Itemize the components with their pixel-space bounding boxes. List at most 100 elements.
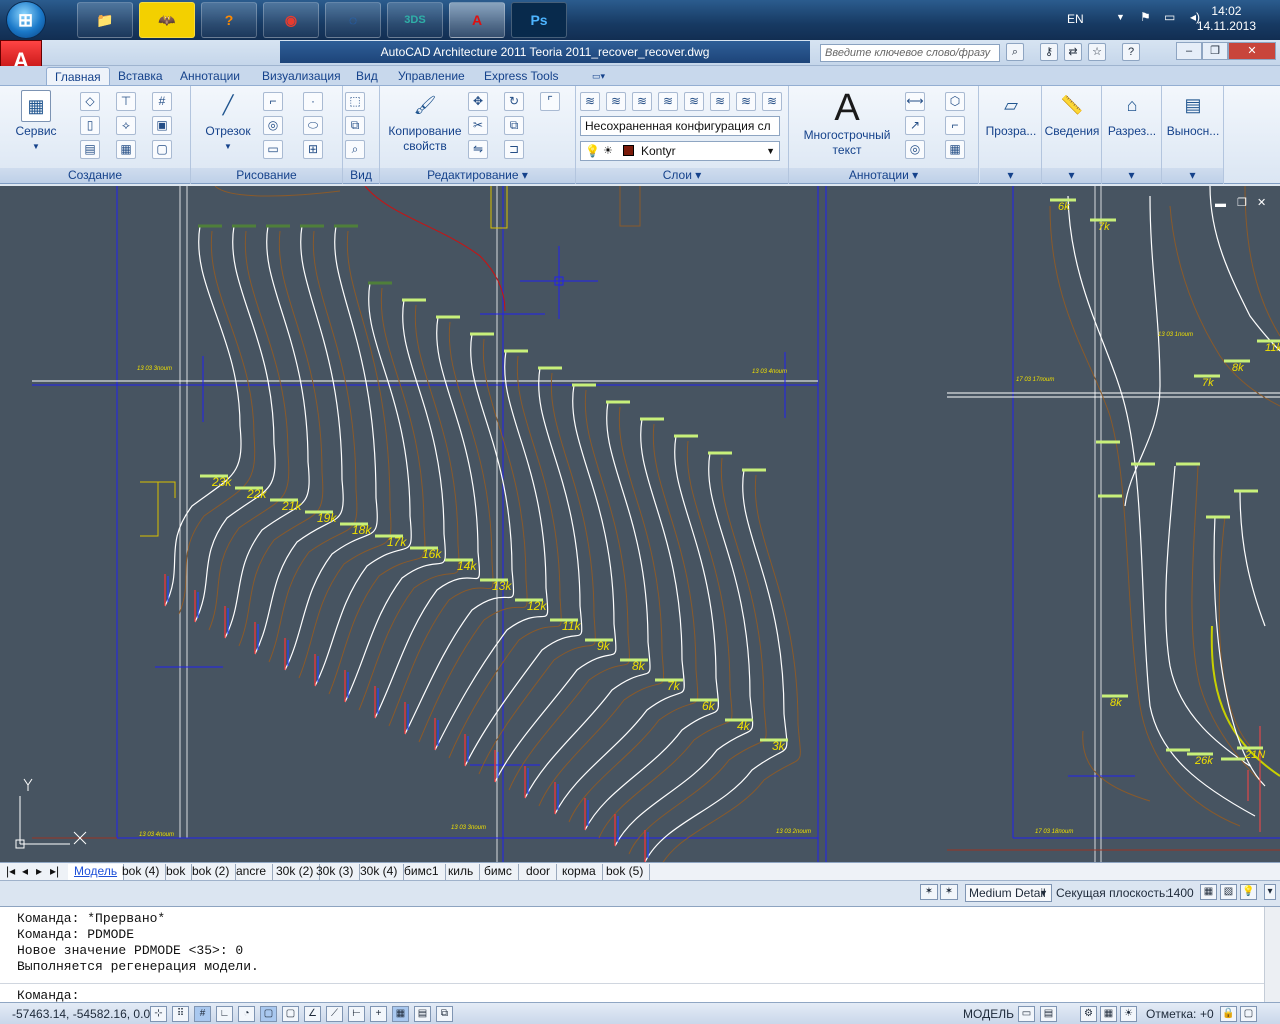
ribbon-minimize-icon[interactable]: ▭▾: [584, 67, 613, 86]
gear-icon[interactable]: ⚙: [1080, 1006, 1097, 1022]
layout-icon[interactable]: ▭: [1018, 1006, 1035, 1022]
detail-level-dropdown[interactable]: Medium Detail ▼: [965, 884, 1052, 902]
layer-walk-icon[interactable]: ≋: [762, 92, 782, 111]
dimension-icon[interactable]: ⟷: [905, 92, 925, 111]
osnap-icon[interactable]: ▢: [260, 1006, 277, 1022]
tab-home[interactable]: Главная: [46, 67, 110, 86]
current-layer-dropdown[interactable]: 💡 ☀ Kontyr ▼: [580, 141, 780, 161]
tag-icon[interactable]: ⬡: [945, 92, 965, 111]
connect-icon[interactable]: ⇄: [1064, 43, 1082, 61]
tab-insert[interactable]: Вставка: [110, 67, 171, 86]
workspace-icon[interactable]: ▦: [1100, 1006, 1117, 1022]
autocad-taskbar-icon[interactable]: A: [449, 2, 505, 38]
section-mark-icon[interactable]: ◎: [905, 140, 925, 159]
circle-icon[interactable]: ◎: [263, 116, 283, 135]
mtext-button[interactable]: A Многострочный текст: [795, 88, 899, 158]
hatch-icon[interactable]: ⊞: [303, 140, 323, 159]
viewport-minimize-icon[interactable]: ▬: [1215, 198, 1226, 210]
clock[interactable]: 14:02 14.11.2013: [1197, 4, 1256, 34]
door-icon[interactable]: ▯: [80, 116, 100, 135]
start-button[interactable]: ⊞: [6, 1, 46, 39]
callout-button[interactable]: ▤ Выносн... ▾: [1162, 86, 1224, 184]
otrack-icon[interactable]: ∠: [304, 1006, 321, 1022]
layer-state-icon[interactable]: ≋: [606, 92, 626, 111]
help-icon[interactable]: ?: [1122, 43, 1140, 61]
leader-icon[interactable]: ↗: [905, 116, 925, 135]
3dosnap-icon[interactable]: ▢: [282, 1006, 299, 1022]
layout-tab[interactable]: бимс1: [398, 864, 446, 880]
tab-visualization[interactable]: Визуализация: [254, 67, 349, 86]
key-icon[interactable]: ⚷: [1040, 43, 1058, 61]
chevron-down-icon[interactable]: ▾: [1264, 884, 1276, 900]
stair-icon[interactable]: ▤: [80, 140, 100, 159]
grid-icon[interactable]: #: [194, 1006, 211, 1022]
layout-tab[interactable]: бимс: [478, 864, 519, 880]
quickprops-icon[interactable]: ▤: [414, 1006, 431, 1022]
chrome-taskbar-icon[interactable]: ◉: [263, 2, 319, 38]
spinner-taskbar-icon[interactable]: ◌: [325, 2, 381, 38]
minimize-button[interactable]: –: [1176, 42, 1202, 60]
command-scrollbar[interactable]: [1264, 907, 1280, 1003]
service-button[interactable]: ▦ Сервис ▼: [8, 88, 64, 154]
table-icon[interactable]: ▦: [945, 140, 965, 159]
offset-icon[interactable]: ⊐: [504, 140, 524, 159]
layout-tab[interactable]: киль: [442, 864, 481, 880]
clean-screen-icon[interactable]: ▢: [1240, 1006, 1257, 1022]
rotate-icon[interactable]: ↻: [504, 92, 524, 111]
info-button[interactable]: 📏 Сведения ▾: [1042, 86, 1102, 184]
transparency-icon[interactable]: ▦: [392, 1006, 409, 1022]
window-tool-icon[interactable]: ⊤: [116, 92, 136, 111]
section-plane-value[interactable]: 1400: [1167, 886, 1194, 900]
polyline-icon[interactable]: ⌐: [263, 92, 283, 111]
tab-annotations[interactable]: Аннотации: [172, 67, 248, 86]
elevation-value[interactable]: +0: [1200, 1007, 1214, 1021]
binoculars-icon[interactable]: ⌕: [1006, 43, 1024, 61]
slab-icon[interactable]: ▢: [152, 140, 172, 159]
command-prompt[interactable]: Команда:: [17, 988, 79, 1003]
layer-freeze-icon[interactable]: ≋: [684, 92, 704, 111]
nav-prev-icon[interactable]: ◂: [20, 864, 30, 880]
bulb-icon[interactable]: 💡: [1240, 884, 1257, 900]
restore-button[interactable]: ❐: [1202, 42, 1228, 60]
3dsmax-taskbar-icon[interactable]: 3DS: [387, 2, 443, 38]
layout-tab[interactable]: bok (4): [116, 864, 167, 880]
mark-icon[interactable]: ⌐: [945, 116, 965, 135]
layer-key-icon[interactable]: ▦: [1200, 884, 1217, 900]
sun-icon[interactable]: ☀: [1120, 1006, 1137, 1022]
segment-button[interactable]: ╱ Отрезок ▼: [201, 88, 255, 154]
coordinates-readout[interactable]: -57463.14, -54582.16, 0.00: [12, 1007, 157, 1021]
favorites-star-icon[interactable]: ☆: [1088, 43, 1106, 61]
rectangle-icon[interactable]: ▭: [263, 140, 283, 159]
explorer-taskbar-icon[interactable]: 📁: [77, 2, 133, 38]
drawing-canvas[interactable]: 23k 22k 21k 19k 18k 17k 16k 14k 13k 12k 11k 9k 8k 7k 6…: [0, 186, 1280, 862]
layout-tab[interactable]: bok (2): [186, 864, 237, 880]
roof-icon[interactable]: ⟡: [116, 116, 136, 135]
point-icon[interactable]: ·: [303, 92, 323, 111]
photoshop-taskbar-icon[interactable]: Ps: [511, 2, 567, 38]
layout-tab[interactable]: ancre: [230, 864, 274, 880]
grid-tool-icon[interactable]: #: [152, 92, 172, 111]
annotation-visibility-icon[interactable]: ✶: [940, 884, 958, 900]
chevron-down-icon[interactable]: ▼: [1116, 12, 1125, 22]
transparency-button[interactable]: ▱ Прозра... ▾: [980, 86, 1042, 184]
ellipse-icon[interactable]: ⬭: [303, 116, 323, 135]
surface-hatch-icon[interactable]: ▧: [1220, 884, 1237, 900]
lineweight-icon[interactable]: +: [370, 1006, 387, 1022]
section-button[interactable]: ⌂ Разрез... ▾: [1102, 86, 1162, 184]
flag-icon[interactable]: ⚑: [1140, 10, 1151, 24]
zoom-icon[interactable]: ⌕: [345, 140, 365, 159]
trim-icon[interactable]: ✂: [468, 116, 488, 135]
ducs-icon[interactable]: ⟋: [326, 1006, 343, 1022]
selection-cycling-icon[interactable]: ⧉: [436, 1006, 453, 1022]
tab-view[interactable]: Вид: [348, 67, 386, 86]
copy-icon[interactable]: ⧉: [504, 116, 524, 135]
view-cube-icon[interactable]: ⬚: [345, 92, 365, 111]
mirror-icon[interactable]: ⇋: [468, 140, 488, 159]
lock-icon[interactable]: 🔒: [1220, 1006, 1237, 1022]
view-layer-icon[interactable]: ⧉: [345, 116, 365, 135]
viewport-restore-icon[interactable]: ❐: [1237, 196, 1247, 209]
nav-last-icon[interactable]: ▸|: [48, 864, 61, 880]
layout-tab[interactable]: door: [520, 864, 558, 880]
viewport-close-icon[interactable]: ✕: [1257, 196, 1266, 209]
wall-icon[interactable]: ◇: [80, 92, 100, 111]
